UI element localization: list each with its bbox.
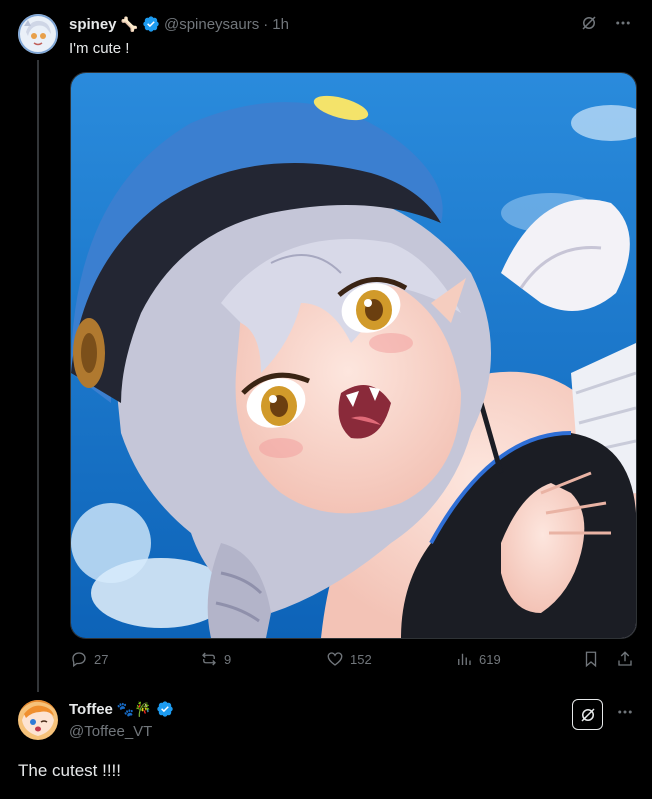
view-count: 619 [479,651,501,667]
reply-icon [72,652,86,668]
post-header: spiney 🦴 @spineysaurs · 1h [69,14,289,34]
post-media-image[interactable] [70,72,637,639]
bookmark-button[interactable] [582,650,600,668]
post-text: I'm cute ! [69,40,130,57]
views-button[interactable]: 619 [455,650,501,668]
more-dots-icon[interactable] [616,703,634,721]
author-handle[interactable]: @spineysaurs [164,16,259,33]
repost-icon [202,652,216,666]
repost-count: 9 [224,651,232,667]
post-action-bar: 27 9 152 619 [70,650,635,672]
reply-header: Toffee 🐾🎋 [69,700,174,718]
repost-button[interactable]: 9 [200,650,231,668]
reply-button[interactable]: 27 [70,650,108,668]
reply-text: The cutest !!!! [18,761,121,780]
like-count: 152 [350,651,372,667]
more-dots-icon[interactable] [614,14,632,32]
grok-icon [580,707,595,722]
post-time[interactable]: 1h [272,16,289,33]
thread-line [37,60,39,692]
share-button[interactable] [616,650,634,668]
views-icon [458,653,471,665]
reply-author-handle[interactable]: @Toffee_VT [69,723,152,740]
separator-dot: · [263,15,269,33]
verified-badge-icon [156,700,174,718]
grok-icon[interactable] [580,14,598,32]
like-button[interactable]: 152 [326,650,372,668]
reply-count: 27 [94,651,109,667]
grok-button[interactable] [572,699,603,730]
post-top-actions [580,14,632,32]
author-emoji: 🦴 [120,15,138,32]
bookmark-icon [585,651,597,668]
reply-author-avatar[interactable] [18,700,58,740]
reply-author-emojis: 🐾🎋 [116,700,152,717]
reply-author-name[interactable]: Toffee [69,701,113,718]
verified-badge-icon [142,15,160,33]
author-name[interactable]: spiney [69,16,117,33]
heart-icon [327,652,343,666]
author-avatar[interactable] [18,14,58,54]
share-icon [618,651,632,666]
